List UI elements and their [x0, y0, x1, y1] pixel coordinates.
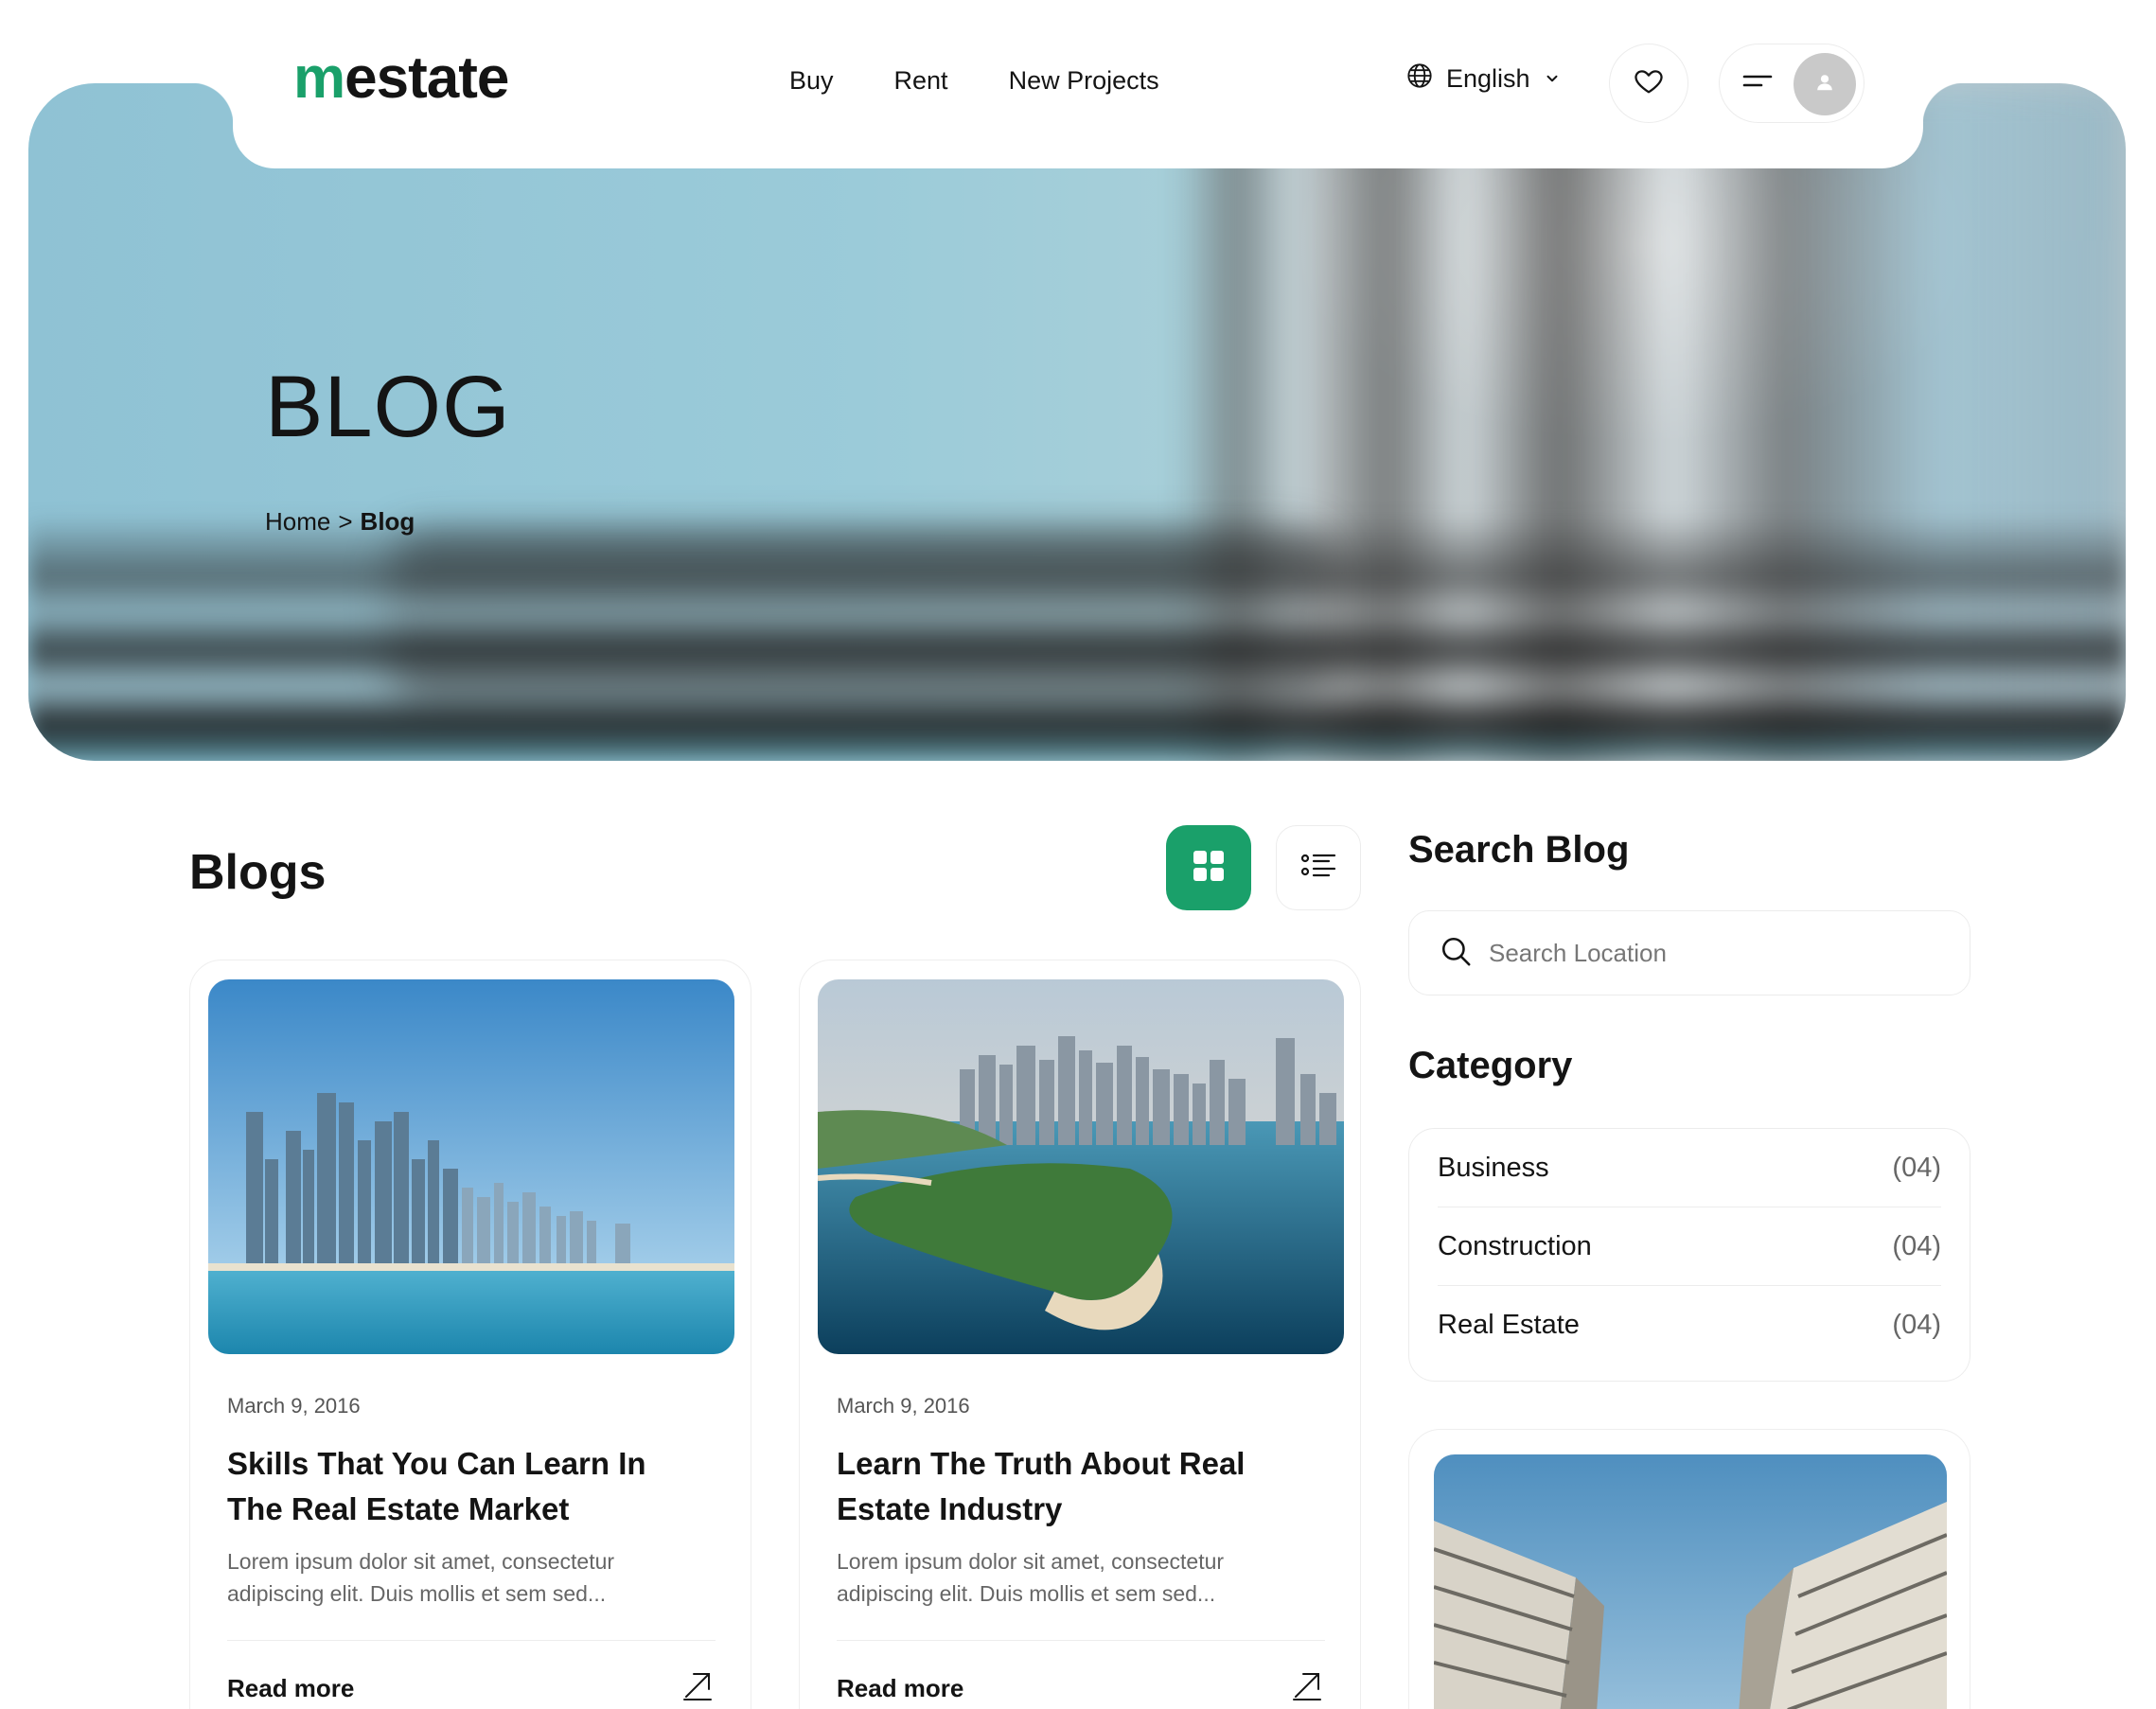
search-input[interactable] [1489, 938, 1924, 968]
read-more-link[interactable]: Read more [227, 1674, 354, 1703]
breadcrumb-separator: > [338, 507, 353, 536]
grid-view-button[interactable] [1166, 825, 1251, 910]
logo-text: estate [345, 45, 509, 111]
category-label: Business [1438, 1152, 1549, 1183]
category-item-business[interactable]: Business (04) [1438, 1129, 1941, 1207]
hero-floor-blur [28, 515, 2126, 761]
heart-icon [1633, 65, 1665, 102]
menu-icon [1742, 72, 1773, 96]
breadcrumb: Home > Blog [265, 507, 415, 537]
divider [227, 1640, 716, 1641]
nav-rent[interactable]: Rent [894, 66, 948, 96]
category-count: (04) [1892, 1152, 1941, 1183]
sidebar-promo-card[interactable] [1408, 1429, 1970, 1709]
avatar [1794, 53, 1856, 115]
language-selector[interactable]: English [1406, 62, 1561, 96]
user-icon [1814, 72, 1835, 97]
category-count: (04) [1892, 1230, 1941, 1261]
blog-card-excerpt: Lorem ipsum dolor sit amet, consectetur … [227, 1549, 615, 1606]
category-list: Business (04) Construction (04) Real Est… [1408, 1128, 1970, 1382]
divider [837, 1640, 1325, 1641]
search-blog-title: Search Blog [1408, 829, 1630, 871]
arrow-up-right-icon[interactable] [682, 1670, 713, 1705]
blog-card-title[interactable]: Learn The Truth About Real Estate Indust… [837, 1441, 1310, 1532]
sidebar-promo-image [1434, 1454, 1947, 1709]
category-label: Construction [1438, 1230, 1592, 1261]
arrow-up-right-icon[interactable] [1292, 1670, 1322, 1705]
hero-banner: BLOG Home > Blog [28, 83, 2126, 761]
language-label: English [1446, 64, 1530, 93]
grid-icon [1192, 849, 1226, 888]
category-label: Real Estate [1438, 1310, 1580, 1340]
logo[interactable]: mestate [293, 49, 509, 108]
search-icon [1440, 935, 1472, 972]
breadcrumb-current: Blog [360, 507, 415, 536]
list-icon [1300, 852, 1336, 885]
blog-card-image[interactable] [208, 979, 734, 1354]
favorites-button[interactable] [1609, 44, 1688, 123]
nav-buy[interactable]: Buy [789, 66, 834, 96]
category-title: Category [1408, 1045, 1573, 1086]
category-item-real-estate[interactable]: Real Estate (04) [1438, 1286, 1941, 1365]
category-item-construction[interactable]: Construction (04) [1438, 1207, 1941, 1286]
blog-card-title[interactable]: Skills That You Can Learn In The Real Es… [227, 1441, 700, 1532]
globe-icon [1406, 62, 1433, 96]
top-header: mestate mestate Buy Rent New Projects En… [191, 0, 1965, 168]
list-view-button[interactable] [1276, 825, 1361, 910]
blog-card-image[interactable] [818, 979, 1344, 1354]
blog-card[interactable]: March 9, 2016 Learn The Truth About Real… [799, 960, 1361, 1709]
blog-card[interactable]: March 9, 2016 Skills That You Can Learn … [189, 960, 751, 1709]
breadcrumb-home[interactable]: Home [265, 507, 330, 537]
main-nav: Buy Rent New Projects [789, 66, 1159, 96]
chevron-down-icon [1544, 64, 1561, 94]
blog-card-date: March 9, 2016 [227, 1394, 361, 1418]
user-menu-button[interactable] [1719, 44, 1864, 123]
search-box [1408, 910, 1970, 995]
page-title: BLOG [265, 359, 511, 455]
blog-card-date: March 9, 2016 [837, 1394, 970, 1418]
blog-card-excerpt: Lorem ipsum dolor sit amet, consectetur … [837, 1549, 1225, 1606]
blogs-section-title: Blogs [189, 845, 327, 900]
nav-new-projects[interactable]: New Projects [1009, 66, 1159, 96]
category-count: (04) [1892, 1310, 1941, 1340]
read-more-link[interactable]: Read more [837, 1674, 963, 1703]
